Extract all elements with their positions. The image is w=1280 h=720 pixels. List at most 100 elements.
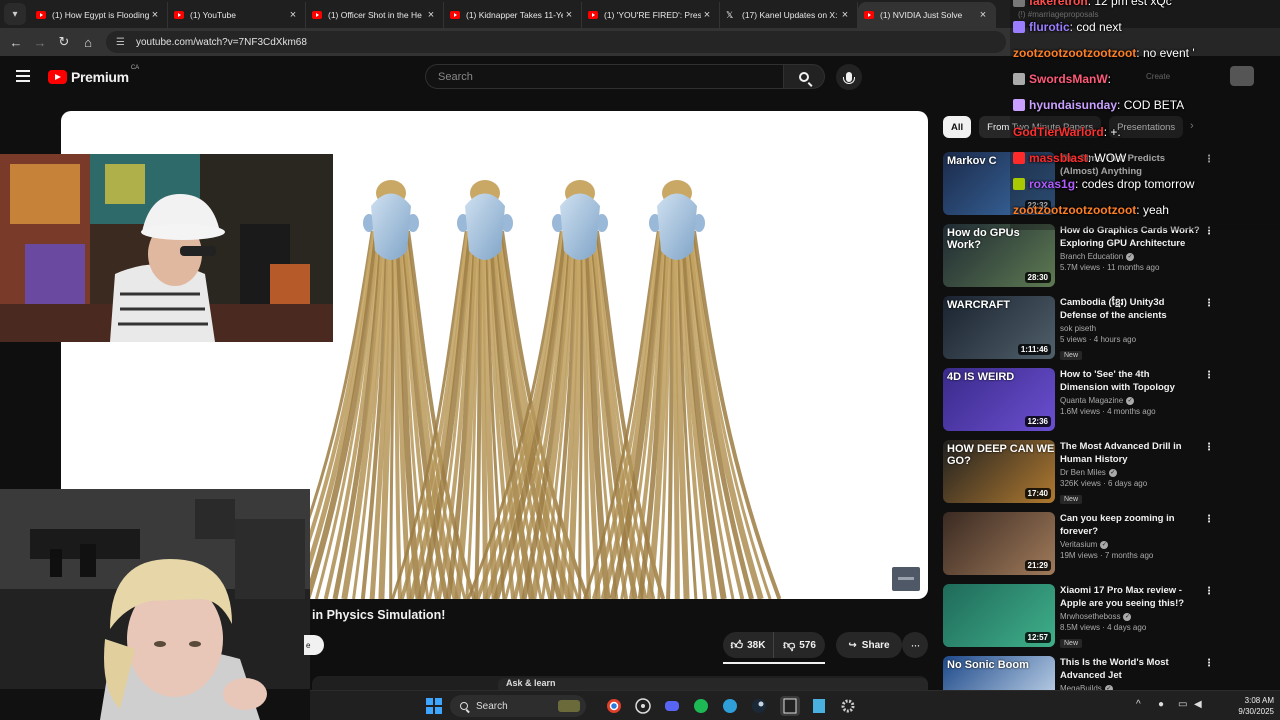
discord-icon[interactable]	[662, 696, 682, 716]
chat-username[interactable]: GodTierWarlord	[1013, 125, 1104, 139]
close-icon[interactable]: ×	[287, 9, 299, 21]
more-vert-icon[interactable]: ⋮	[1204, 658, 1214, 669]
recommendation-title[interactable]: The Most Advanced Drill in Human History	[1060, 440, 1200, 466]
browser-tab[interactable]: (1) NVIDIA Just Solve ×	[858, 2, 996, 28]
like-button[interactable]: 👍︎ 38K	[723, 632, 774, 658]
settings-gear-icon[interactable]	[838, 696, 858, 716]
back-arrow-icon[interactable]: ←	[4, 30, 28, 54]
video-thumbnail[interactable]: 12:57	[943, 584, 1055, 647]
chat-username[interactable]: hyundaisunday	[1029, 98, 1117, 112]
video-thumbnail[interactable]: WARCRAFT 1:11:46	[943, 296, 1055, 359]
channel-name-row[interactable]: Quanta Magazine ✓	[1060, 396, 1200, 405]
browser-tab[interactable]: (1) Kidnapper Takes 11-Ye ×	[444, 2, 582, 28]
view-count-and-age: 19M views · 7 months ago	[1060, 551, 1154, 560]
browser-tab[interactable]: (1) YouTube ×	[168, 2, 306, 28]
youtube-logo[interactable]: Premium CA	[48, 65, 139, 85]
channel-name-row[interactable]: Branch Education ✓	[1060, 252, 1200, 261]
close-icon[interactable]: ×	[149, 9, 161, 21]
browser-tab[interactable]: 𝕏 (17) Kanel Updates on X: ×	[720, 2, 858, 28]
video-thumbnail[interactable]: 21:29	[943, 512, 1055, 575]
taskbar-clock[interactable]: 3:08 AM 9/30/2025	[1218, 695, 1274, 717]
filter-chip[interactable]: All	[943, 116, 972, 138]
channel-name-row[interactable]: sok piseth	[1060, 324, 1200, 333]
recommendation-title[interactable]: Can you keep zooming in forever?	[1060, 512, 1200, 538]
voice-search-button[interactable]	[836, 64, 862, 90]
close-icon[interactable]: ×	[425, 9, 437, 21]
tab-title: (1) Kidnapper Takes 11-Ye	[466, 10, 563, 20]
chat-separator: :	[1075, 177, 1082, 191]
edge-icon[interactable]	[720, 696, 740, 716]
taskbar-search[interactable]: Search	[450, 695, 586, 717]
browser-tab[interactable]: (1) 'YOU'RE FIRED': Presid ×	[582, 2, 720, 28]
close-icon[interactable]: ×	[701, 9, 713, 21]
thumbnail-text: HOW DEEP CAN WE GO?	[947, 443, 1055, 467]
tab-search-button[interactable]: ▾	[4, 3, 26, 25]
more-vert-icon[interactable]: ⋮	[1204, 514, 1214, 525]
video-title: in Physics Simulation!	[312, 608, 446, 622]
chat-username[interactable]: fakeretron	[1029, 0, 1088, 8]
recommendation-title[interactable]: Cambodia (ខ្មែរ) Unity3d Defense of the …	[1060, 296, 1200, 322]
recommendation-item[interactable]: HOW DEEP CAN WE GO? 17:40 The Most Advance…	[943, 440, 1214, 511]
windows-start-icon[interactable]	[424, 696, 444, 716]
recommendation-title[interactable]: This Is the World's Most Advanced Jet	[1060, 656, 1200, 682]
channel-name-row[interactable]: Dr Ben Miles ✓	[1060, 468, 1200, 477]
spotify-icon[interactable]	[691, 696, 711, 716]
hair-simulation	[277, 230, 782, 599]
channel-name-row[interactable]: Veritasium ✓	[1060, 540, 1200, 549]
search-highlight-icon	[558, 700, 580, 712]
dislike-button[interactable]: 👎︎ 576	[774, 632, 825, 658]
reload-icon[interactable]: ↻	[52, 30, 76, 54]
more-vert-icon[interactable]: ⋮	[1204, 298, 1214, 309]
search-button[interactable]	[783, 64, 825, 89]
video-info: Xiaomi 17 Pro Max review - Apple are you…	[1060, 584, 1200, 650]
notepad-icon[interactable]	[809, 696, 829, 716]
channel-name-row[interactable]: Mrwhosetheboss ✓	[1060, 612, 1200, 621]
chrome-icon[interactable]	[604, 696, 624, 716]
chat-username[interactable]: zootzootzootzootzoot	[1013, 46, 1136, 60]
recommendation-item[interactable]: How do GPUs Work? 28:30 How do Graphics Ca…	[943, 224, 1214, 295]
chat-username[interactable]: massblast	[1029, 151, 1088, 165]
close-icon[interactable]: ×	[563, 9, 575, 21]
chat-username[interactable]: SwordsManW	[1029, 72, 1108, 86]
channel-watermark[interactable]	[892, 567, 920, 591]
recommendation-title[interactable]: Xiaomi 17 Pro Max review - Apple are you…	[1060, 584, 1200, 610]
recommendation-title[interactable]: How to 'See' the 4th Dimension with Topo…	[1060, 368, 1200, 394]
home-icon[interactable]: ⌂	[76, 30, 100, 54]
tray-chevron-up-icon[interactable]: ^	[1136, 699, 1141, 710]
recommendation-item[interactable]: 4D IS WEIRD 12:36 How to 'See' the 4th Dim…	[943, 368, 1214, 439]
more-vert-icon[interactable]: ⋮	[1204, 370, 1214, 381]
chat-username[interactable]: roxas1g	[1029, 177, 1075, 191]
video-thumbnail[interactable]: 4D IS WEIRD 12:36	[943, 368, 1055, 431]
network-icon[interactable]: ▭	[1178, 699, 1187, 710]
volume-icon[interactable]: ◀	[1194, 699, 1202, 710]
video-thumbnail[interactable]: How do GPUs Work? 28:30	[943, 224, 1055, 287]
close-icon[interactable]: ×	[839, 9, 851, 21]
subscribe-button[interactable]: e	[304, 635, 324, 655]
chat-message: roxas1g: codes drop tomorrow	[1013, 177, 1194, 191]
video-thumbnail[interactable]: HOW DEEP CAN WE GO? 17:40	[943, 440, 1055, 503]
browser-tab[interactable]: (1) How Egypt is Flooding ×	[30, 2, 168, 28]
chat-username[interactable]: flurotic	[1029, 20, 1070, 34]
steam-icon[interactable]	[749, 696, 769, 716]
site-settings-icon[interactable]: ☰	[116, 37, 130, 48]
close-icon[interactable]: ×	[977, 9, 989, 21]
youtube-icon	[450, 11, 460, 19]
more-vert-icon[interactable]: ⋮	[1204, 586, 1214, 597]
menu-icon[interactable]	[16, 70, 30, 82]
tray-mic-icon[interactable]: ●	[1158, 699, 1164, 710]
epic-games-icon[interactable]	[780, 696, 800, 716]
chat-username[interactable]: zootzootzootzootzoot	[1013, 203, 1136, 217]
duration-badge: 28:30	[1024, 272, 1051, 283]
recommendation-item[interactable]: 21:29 Can you keep zooming in forever? Ver…	[943, 512, 1214, 583]
account-avatar-icon[interactable]	[1230, 66, 1254, 86]
search-input[interactable]: Search	[425, 64, 783, 89]
forward-arrow-icon[interactable]: →	[28, 30, 52, 54]
browser-tab[interactable]: (1) Officer Shot in the He ×	[306, 2, 444, 28]
recommendation-item[interactable]: WARCRAFT 1:11:46 Cambodia (ខ្មែរ) Unity3d …	[943, 296, 1214, 367]
share-button[interactable]: ↪ Share	[836, 632, 902, 658]
recommendation-item[interactable]: 12:57 Xiaomi 17 Pro Max review - Apple ar…	[943, 584, 1214, 655]
more-actions-button[interactable]: ···	[902, 632, 928, 658]
obs-icon[interactable]	[633, 696, 653, 716]
address-bar[interactable]: ☰ youtube.com/watch?v=7NF3CdXkm68	[106, 31, 1006, 53]
more-vert-icon[interactable]: ⋮	[1204, 442, 1214, 453]
